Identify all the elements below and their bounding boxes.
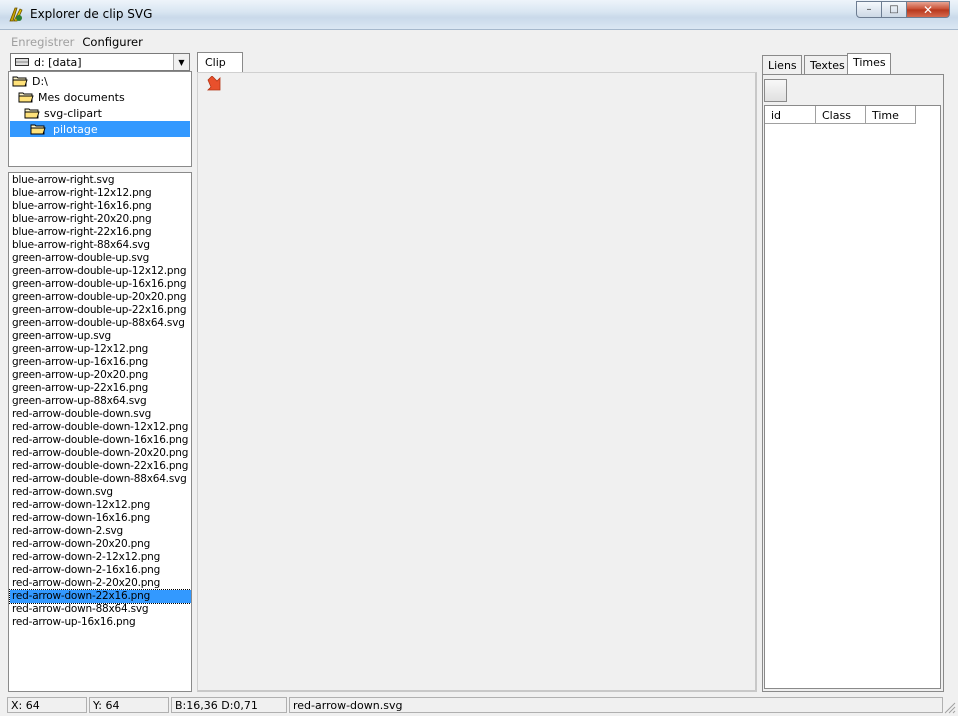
file-item[interactable]: red-arrow-up-16x16.png [12, 616, 136, 629]
file-item[interactable]: red-arrow-double-down-22x16.png [12, 460, 188, 473]
file-item[interactable]: blue-arrow-right.svg [12, 174, 115, 187]
file-item[interactable]: red-arrow-down-88x64.svg [12, 603, 149, 616]
status-y: Y: 64 [89, 697, 169, 713]
drive-select[interactable]: d: [data] ▼ [10, 53, 190, 71]
folder-label: D:\ [32, 74, 48, 88]
file-item[interactable]: red-arrow-down-20x20.png [12, 538, 150, 551]
file-item[interactable]: red-arrow-double-down-16x16.png [12, 434, 188, 447]
folder-item[interactable]: D:\ [12, 73, 48, 89]
file-item[interactable]: green-arrow-up-20x20.png [12, 369, 148, 382]
title-bar[interactable]: Explorer de clip SVG – □ ✕ [0, 0, 958, 30]
folder-item[interactable]: Mes documents [18, 89, 125, 105]
folder-icon [30, 123, 46, 135]
folder-label: Mes documents [38, 90, 125, 104]
file-item[interactable]: red-arrow-down-16x16.png [12, 512, 150, 525]
file-item[interactable]: red-arrow-down-2.svg [12, 525, 123, 538]
grid-col-class[interactable]: Class [816, 106, 866, 124]
chevron-down-icon[interactable]: ▼ [173, 54, 189, 70]
file-item[interactable]: green-arrow-up-88x64.svg [12, 395, 147, 408]
clip-canvas[interactable] [197, 72, 757, 692]
tab-textes[interactable]: Textes [804, 55, 850, 74]
folder-label: svg-clipart [44, 106, 102, 120]
window-title: Explorer de clip SVG [30, 7, 153, 21]
file-item[interactable]: red-arrow-down.svg [12, 486, 113, 499]
menu-enregistrer[interactable]: Enregistrer [7, 33, 78, 51]
close-button[interactable]: ✕ [906, 1, 950, 18]
directory-tree[interactable]: D:\ Mes documents svg-clipart pilotage [8, 71, 192, 167]
file-item[interactable]: green-arrow-double-up-88x64.svg [12, 317, 185, 330]
file-item[interactable]: red-arrow-double-down-88x64.svg [12, 473, 187, 486]
app-logo-icon [7, 6, 25, 24]
maximize-button[interactable]: □ [881, 1, 907, 18]
status-bar: X: 64 Y: 64 B:16,36 D:0,71 red-arrow-dow… [0, 695, 958, 716]
status-x: X: 64 [7, 697, 87, 713]
file-item[interactable]: green-arrow-up.svg [12, 330, 111, 343]
file-item[interactable]: red-arrow-down-22x16.png [9, 589, 191, 604]
file-item[interactable]: green-arrow-up-22x16.png [12, 382, 148, 395]
file-item[interactable]: green-arrow-double-up-12x12.png [12, 265, 187, 278]
file-item[interactable]: green-arrow-double-up-16x16.png [12, 278, 187, 291]
close-icon: ✕ [922, 2, 934, 17]
folder-item[interactable]: pilotage [30, 121, 101, 137]
file-item[interactable]: red-arrow-down-2-12x12.png [12, 551, 160, 564]
file-item[interactable]: blue-arrow-right-88x64.svg [12, 239, 150, 252]
grid-col-time[interactable]: Time [866, 106, 916, 124]
file-item[interactable]: red-arrow-double-down-12x12.png [12, 421, 188, 434]
file-item[interactable]: red-arrow-down-2-20x20.png [12, 577, 160, 590]
grid-header: id Class Time [765, 106, 940, 124]
folder-icon [24, 107, 40, 119]
file-item[interactable]: green-arrow-double-up-20x20.png [12, 291, 187, 304]
file-item[interactable]: blue-arrow-right-22x16.png [12, 226, 152, 239]
red-arrow-down-icon [206, 75, 222, 92]
app-window: Explorer de clip SVG – □ ✕ Enregistrer C… [0, 0, 958, 716]
grid-col-id[interactable]: id [765, 106, 816, 124]
folder-icon [18, 91, 34, 103]
folder-icon [12, 75, 28, 87]
resize-grip-icon[interactable] [942, 700, 956, 714]
drive-icon [15, 58, 29, 66]
tab-clip[interactable]: Clip [197, 52, 243, 73]
maximize-icon: □ [889, 4, 899, 15]
times-grid[interactable]: id Class Time [764, 105, 941, 689]
file-item[interactable]: red-arrow-down-2-16x16.png [12, 564, 160, 577]
status-file: red-arrow-down.svg [289, 697, 943, 713]
minimize-button[interactable]: – [856, 1, 882, 18]
menu-configurer[interactable]: Configurer [78, 33, 146, 51]
tab-liens[interactable]: Liens [762, 55, 802, 74]
file-list[interactable]: blue-arrow-right.svg blue-arrow-right-12x… [8, 172, 192, 692]
file-item[interactable]: green-arrow-double-up-22x16.png [12, 304, 187, 317]
file-item[interactable]: green-arrow-double-up.svg [12, 252, 149, 265]
file-item[interactable]: blue-arrow-right-16x16.png [12, 200, 152, 213]
file-item[interactable]: red-arrow-down-12x12.png [12, 499, 150, 512]
status-bd: B:16,36 D:0,71 [171, 697, 287, 713]
file-item[interactable]: red-arrow-double-down-20x20.png [12, 447, 188, 460]
file-item[interactable]: blue-arrow-right-20x20.png [12, 213, 152, 226]
minimize-icon: – [866, 4, 872, 15]
times-action-button[interactable] [764, 79, 787, 102]
tab-times[interactable]: Times [847, 53, 891, 74]
file-item[interactable]: green-arrow-up-16x16.png [12, 356, 148, 369]
menu-bar: Enregistrer Configurer [0, 32, 958, 52]
file-item[interactable]: green-arrow-up-12x12.png [12, 343, 148, 356]
file-item[interactable]: red-arrow-double-down.svg [12, 408, 151, 421]
file-item[interactable]: blue-arrow-right-12x12.png [12, 187, 152, 200]
folder-label: pilotage [53, 122, 98, 136]
folder-item[interactable]: svg-clipart [24, 105, 102, 121]
drive-value: d: [data] [34, 55, 82, 69]
